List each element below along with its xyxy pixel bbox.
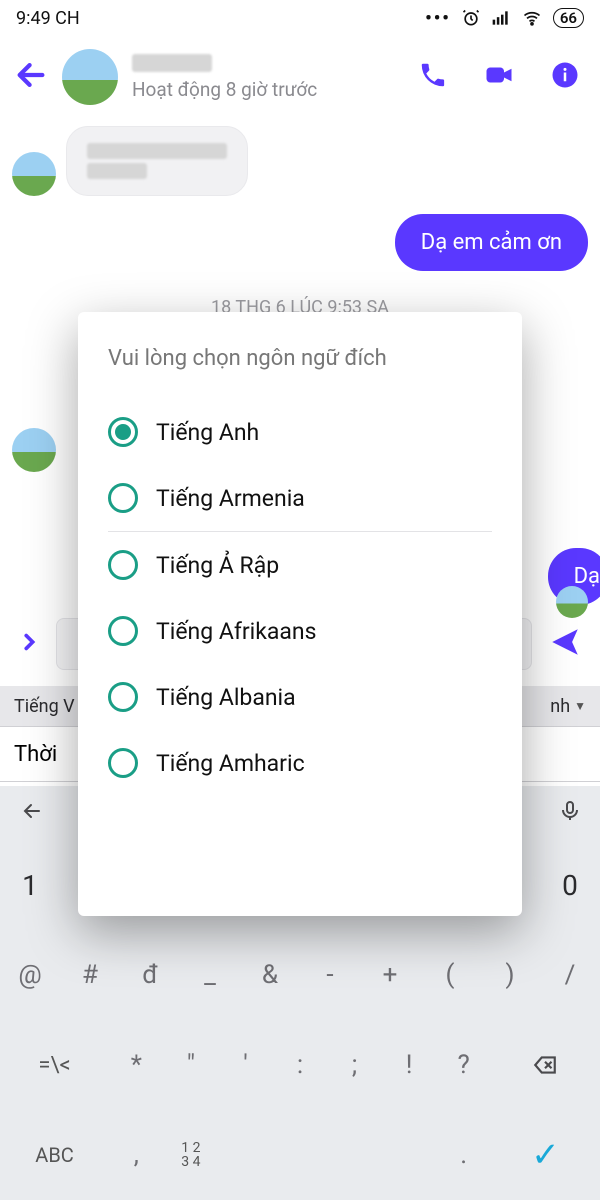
radio-selected-icon: [108, 417, 138, 447]
key[interactable]: ": [164, 1020, 219, 1110]
language-picker-modal: Vui lòng chọn ngôn ngữ đích Tiếng Anh Ti…: [78, 312, 522, 916]
key[interactable]: ': [218, 1020, 273, 1110]
more-dots-icon: •••: [425, 8, 451, 29]
keyboard-hide-icon[interactable]: [18, 799, 48, 827]
key[interactable]: @: [0, 930, 60, 1020]
cell-signal-icon: [491, 8, 511, 28]
language-option[interactable]: Tiếng Ả Rập: [108, 531, 492, 598]
conversation-header: Hoạt động 8 giờ trước: [0, 36, 600, 118]
outgoing-message-row: Dạ em cảm ơn: [12, 214, 588, 271]
language-option-label: Tiếng Afrikaans: [156, 618, 316, 645]
language-option-label: Tiếng Ả Rập: [156, 552, 279, 579]
key-dot[interactable]: .: [436, 1110, 491, 1200]
key[interactable]: /: [540, 930, 600, 1020]
key[interactable]: ;: [327, 1020, 382, 1110]
target-language-partial: nh: [550, 696, 570, 717]
key[interactable]: 0: [540, 840, 600, 930]
key[interactable]: _: [180, 930, 240, 1020]
battery-indicator: 66: [553, 8, 584, 28]
send-button[interactable]: [548, 625, 582, 663]
contact-status: Hoạt động 8 giờ trước: [132, 78, 404, 101]
wifi-icon: [521, 8, 543, 28]
key-abc[interactable]: ABC: [0, 1110, 109, 1200]
language-option-label: Tiếng Amharic: [156, 750, 305, 777]
radio-unselected-icon: [108, 748, 138, 778]
language-option-label: Tiếng Armenia: [156, 485, 305, 512]
incoming-bubble[interactable]: [66, 126, 248, 196]
key[interactable]: (: [420, 930, 480, 1020]
video-call-button[interactable]: [482, 60, 516, 94]
key[interactable]: :: [273, 1020, 328, 1110]
key[interactable]: 1: [0, 840, 60, 930]
language-option[interactable]: Tiếng Armenia: [108, 465, 492, 531]
language-option[interactable]: Tiếng Anh: [108, 399, 492, 465]
status-right: ••• 66: [425, 8, 584, 29]
status-time: 9:49 CH: [16, 8, 80, 29]
contact-name-redacted: [132, 54, 212, 72]
key[interactable]: &: [240, 930, 300, 1020]
incoming-message-row: [12, 126, 588, 196]
key[interactable]: +: [360, 930, 420, 1020]
source-language-partial: Tiếng V: [14, 696, 75, 717]
key[interactable]: !: [382, 1020, 437, 1110]
outgoing-bubble[interactable]: Dạ em cảm ơn: [395, 214, 588, 271]
language-option[interactable]: Tiếng Afrikaans: [108, 598, 492, 664]
language-option-label: Tiếng Albania: [156, 684, 296, 711]
redacted-text: [87, 163, 147, 179]
redacted-text: [87, 143, 227, 159]
avatar: [12, 428, 56, 472]
key-numpad[interactable]: 1 23 4: [164, 1110, 219, 1200]
keyboard-row-3: =\< * " ' : ; ! ?: [0, 1020, 600, 1110]
keyboard-row-2: @ # đ _ & - + ( ) /: [0, 930, 600, 1020]
status-bar: 9:49 CH ••• 66: [0, 0, 600, 36]
modal-title: Vui lòng chọn ngôn ngữ đích: [108, 346, 492, 371]
dropdown-triangle-icon: ▼: [574, 699, 586, 713]
translate-input-text: Thời: [14, 742, 57, 767]
back-button[interactable]: [14, 58, 48, 96]
key[interactable]: *: [109, 1020, 164, 1110]
alarm-icon: [461, 8, 481, 28]
info-button[interactable]: [550, 60, 580, 94]
key-space[interactable]: [218, 1110, 436, 1200]
radio-unselected-icon: [108, 483, 138, 513]
key[interactable]: đ: [120, 930, 180, 1020]
key[interactable]: ): [480, 930, 540, 1020]
mic-icon[interactable]: [558, 798, 582, 828]
key-backspace[interactable]: [491, 1020, 600, 1110]
key-symbols[interactable]: =\<: [0, 1020, 109, 1110]
language-option-label: Tiếng Anh: [156, 419, 259, 446]
avatar: [12, 152, 56, 196]
language-option[interactable]: Tiếng Amharic: [108, 730, 492, 796]
key[interactable]: #: [60, 930, 120, 1020]
avatar[interactable]: [62, 49, 118, 105]
keyboard-row-4: ABC , 1 23 4 . ✓: [0, 1110, 600, 1200]
key-enter[interactable]: ✓: [491, 1110, 600, 1200]
radio-unselected-icon: [108, 616, 138, 646]
expand-icon[interactable]: [18, 627, 40, 661]
language-option[interactable]: Tiếng Albania: [108, 664, 492, 730]
voice-call-button[interactable]: [418, 60, 448, 94]
key[interactable]: -: [300, 930, 360, 1020]
key[interactable]: ?: [436, 1020, 491, 1110]
key-comma[interactable]: ,: [109, 1110, 164, 1200]
radio-unselected-icon: [108, 682, 138, 712]
radio-unselected-icon: [108, 550, 138, 580]
